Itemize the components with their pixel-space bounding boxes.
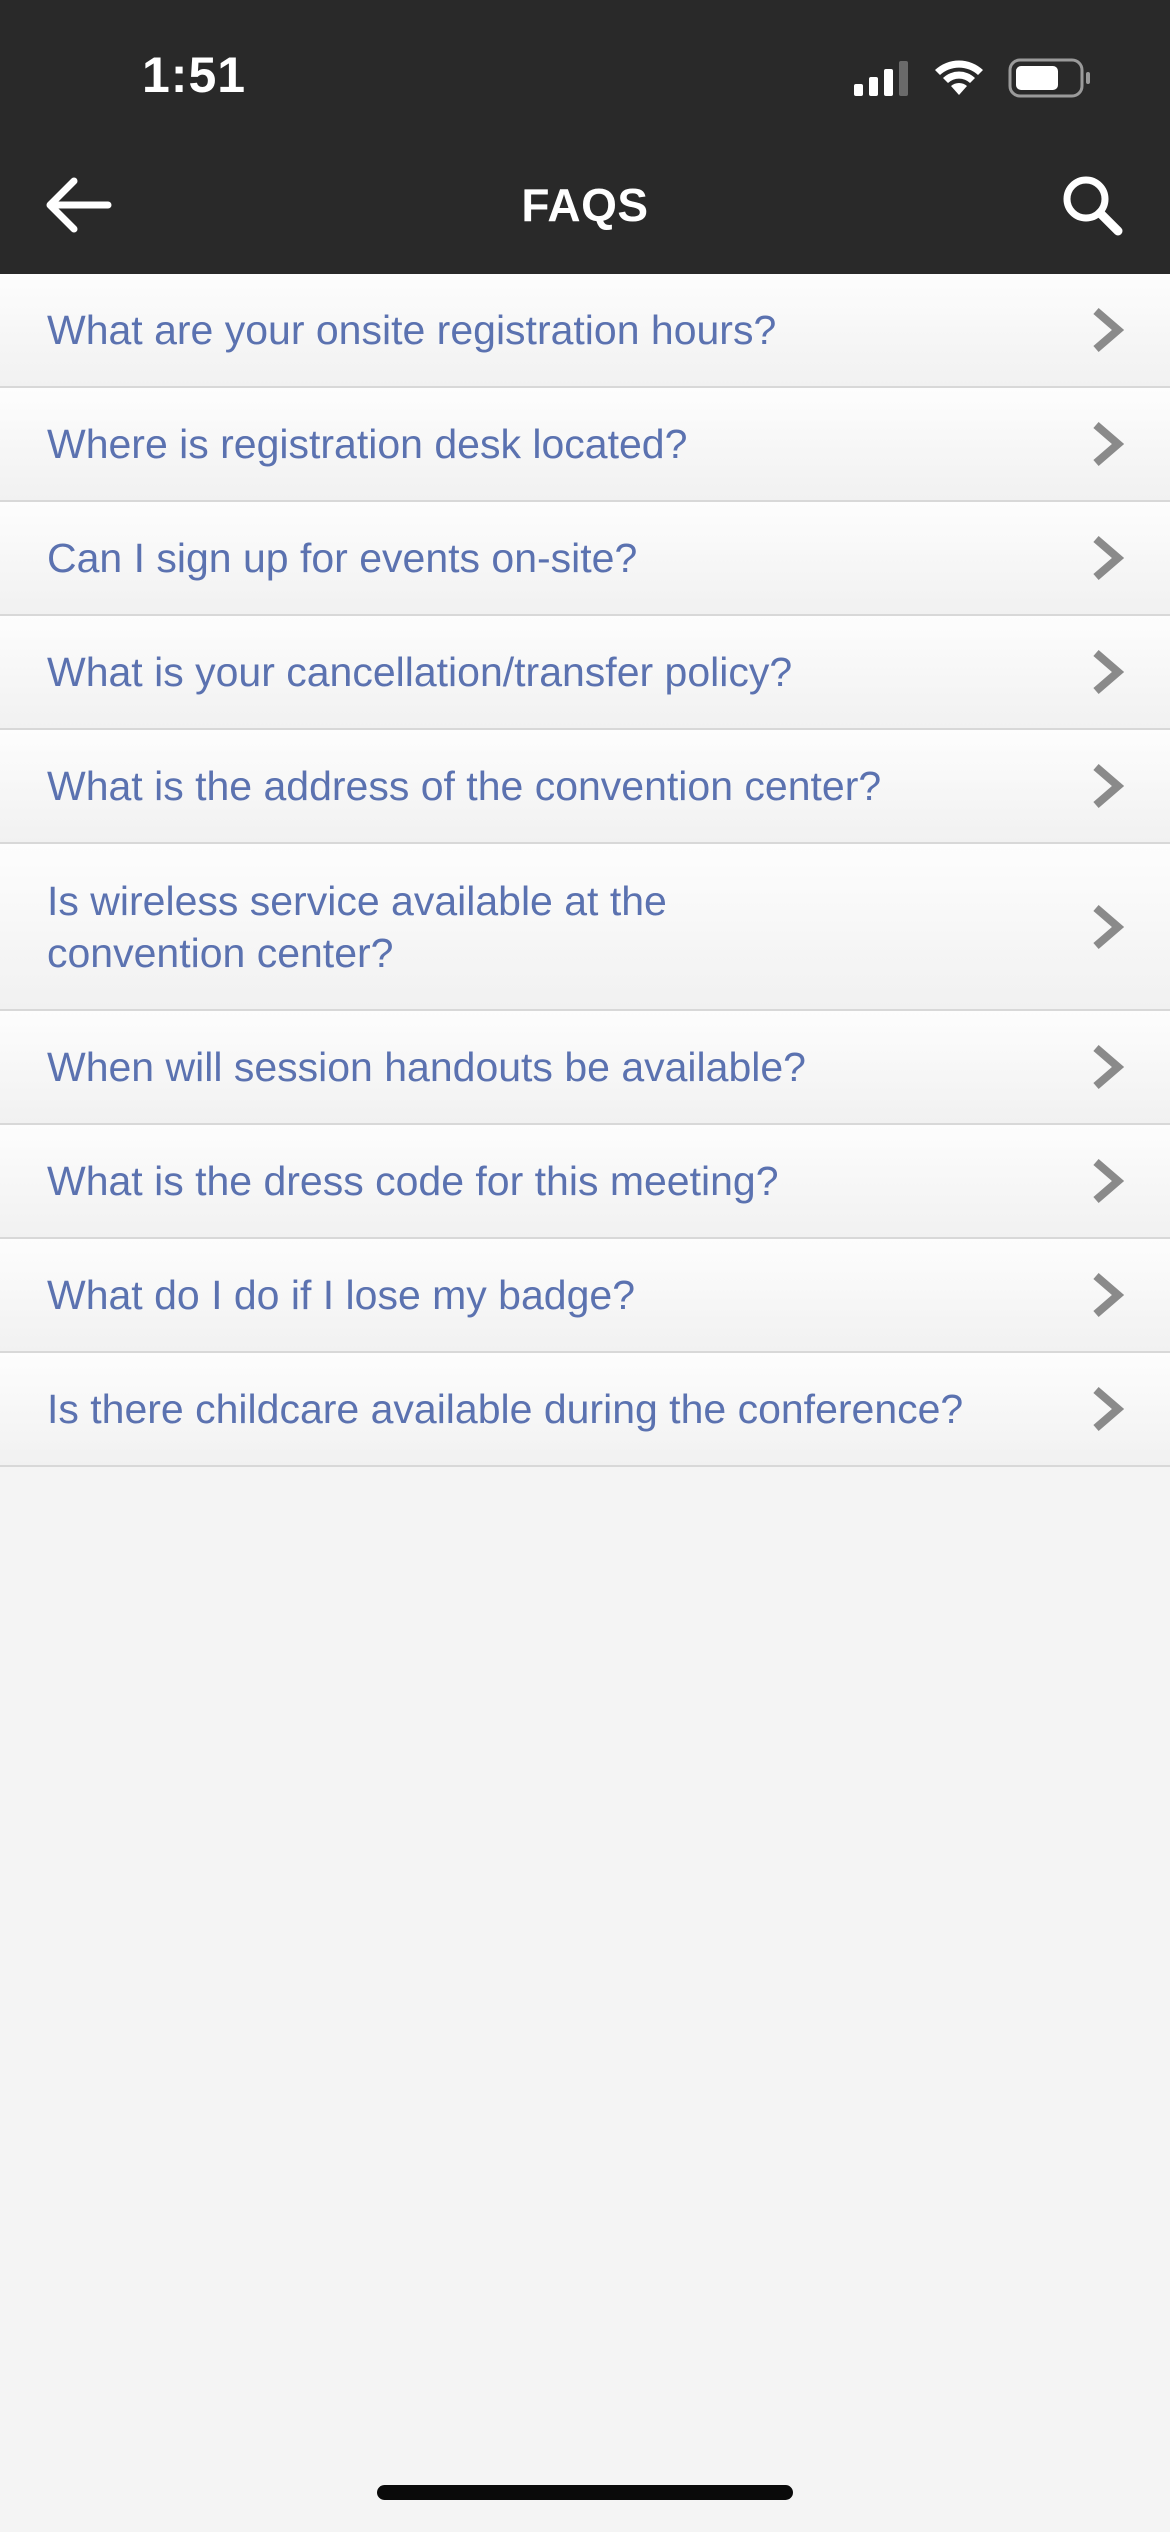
chevron-right-icon [1093, 763, 1124, 809]
faq-label: When will session handouts be available? [47, 1044, 806, 1090]
chevron-right-icon [1093, 1272, 1124, 1318]
chevron-right-icon [1093, 307, 1124, 353]
search-button[interactable] [1054, 168, 1130, 242]
faq-item-wireless-service[interactable]: Is wireless service available at the con… [0, 844, 1170, 1011]
chevron-right-icon [1093, 421, 1124, 467]
faq-item-childcare[interactable]: Is there childcare available during the … [0, 1353, 1170, 1467]
chevron-right-icon [1093, 1386, 1124, 1432]
battery-icon [1008, 58, 1090, 98]
chevron-right-icon [1093, 904, 1124, 949]
faq-label: Is there childcare available during the … [47, 1386, 964, 1432]
chevron-right-icon [1093, 1044, 1124, 1090]
cellular-signal-icon [854, 61, 908, 96]
faq-label: Can I sign up for events on-site? [47, 535, 638, 581]
faq-item-convention-address[interactable]: What is the address of the convention ce… [0, 730, 1170, 844]
search-icon [1063, 176, 1123, 236]
faq-item-cancellation-policy[interactable]: What is your cancellation/transfer polic… [0, 616, 1170, 730]
app-header: 1:51 FAQS [0, 0, 1170, 274]
chevron-right-icon [1093, 1158, 1124, 1204]
faq-item-registration-desk[interactable]: Where is registration desk located? [0, 388, 1170, 502]
faq-item-session-handouts[interactable]: When will session handouts be available? [0, 1011, 1170, 1125]
faq-item-lost-badge[interactable]: What do I do if I lose my badge? [0, 1239, 1170, 1353]
home-indicator[interactable] [377, 2485, 793, 2500]
chevron-right-icon [1093, 649, 1124, 695]
faq-list: What are your onsite registration hours?… [0, 274, 1170, 1467]
wifi-icon [935, 60, 983, 95]
page-title: FAQS [521, 179, 649, 231]
faq-item-events-onsite[interactable]: Can I sign up for events on-site? [0, 502, 1170, 616]
faq-item-registration-hours[interactable]: What are your onsite registration hours? [0, 274, 1170, 388]
status-time: 1:51 [142, 47, 247, 103]
status-icons [854, 58, 1092, 98]
faq-label: Where is registration desk located? [47, 421, 688, 467]
chevron-right-icon [1093, 535, 1124, 581]
faq-label: What are your onsite registration hours? [47, 307, 777, 353]
faq-label: Is wireless service available at the con… [47, 877, 667, 976]
faq-item-dress-code[interactable]: What is the dress code for this meeting? [0, 1125, 1170, 1239]
faq-label: What is your cancellation/transfer polic… [47, 649, 793, 695]
faq-label: What do I do if I lose my badge? [47, 1272, 635, 1318]
faq-label: What is the address of the convention ce… [47, 763, 882, 809]
faq-label: What is the dress code for this meeting? [47, 1158, 779, 1204]
